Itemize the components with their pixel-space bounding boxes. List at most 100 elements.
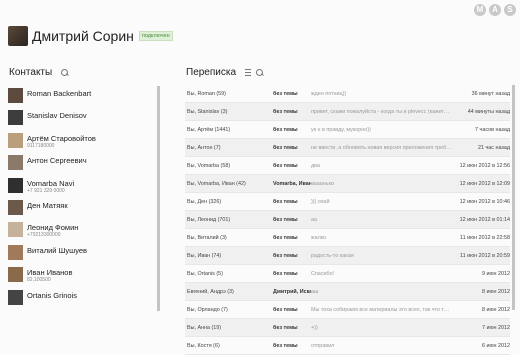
conversation-preview: Мы тоха собираем все материалы это всех,… <box>311 306 452 313</box>
contact-item[interactable]: Виталий Шушуев <box>8 243 153 265</box>
status-badge: подключен <box>138 31 173 41</box>
contact-name: Stanislav Denisov <box>27 111 87 121</box>
avatar <box>8 110 23 126</box>
conversation-participants: Вы, Анна (19) <box>187 324 222 331</box>
conversation-preview: аш <box>311 288 319 295</box>
contact-item[interactable]: Roman Backenbart <box>8 86 153 108</box>
conversation-subject: без темы <box>273 252 298 259</box>
contact-name: Антон Сергеевич <box>27 156 87 166</box>
conversation-date: 12 июн 2012 в 12:56 <box>459 162 510 169</box>
search-icon[interactable] <box>61 69 69 76</box>
conversation-date: 11 июн 2012 в 20:59 <box>460 252 510 259</box>
conversation-participants: Вы, Roman (59) <box>187 90 226 97</box>
conversation-participants: Вы, Ден (326) <box>187 198 222 205</box>
contact-name: Vomarba Navi <box>27 178 75 188</box>
conversation-preview: Спасибо! <box>311 270 335 277</box>
conversation-date: 9 июн 2012 <box>481 270 510 277</box>
conversation-preview: +)) <box>311 324 318 331</box>
table-row[interactable]: Вы, Леонид (701) без темы аа 12 июн 2012 в … <box>185 211 510 229</box>
search-icon[interactable] <box>256 69 264 76</box>
conversation-preview: ))) охей <box>311 198 330 205</box>
table-row[interactable]: Вы, Виталий (3) без темы жалко 11 июн 2012 … <box>185 229 510 247</box>
minimize-button[interactable]: M <box>474 4 486 16</box>
table-row[interactable]: Евгений, Андрэ (3) Дмитрий, Искандер, Ауя… <box>185 283 510 301</box>
contacts-list: Roman Backenbart Stanislav Denisov Артём С… <box>8 86 153 310</box>
conversation-subject: без темы <box>273 162 298 169</box>
table-row[interactable]: Вы, Антон (7) без темы не ввести, а обнови… <box>185 139 510 157</box>
conversations-scrollbar[interactable] <box>512 85 515 310</box>
conversation-preview: радость-то какая <box>311 252 354 259</box>
contact-phone: +79213300000 <box>27 232 61 239</box>
contact-item[interactable]: Ortanis Grinois <box>8 288 153 310</box>
contact-phone: 9117180000 <box>27 142 55 149</box>
close-button[interactable]: S <box>504 4 516 16</box>
avatar <box>8 244 23 260</box>
conversation-participants: Вы, Леонид (701) <box>187 216 231 223</box>
contact-name: Виталий Шушуев <box>27 245 88 255</box>
avatar <box>8 132 23 148</box>
table-row[interactable]: Вы, Орландо (7) без темы Мы тоха собираем … <box>185 301 510 319</box>
avatar <box>8 177 23 193</box>
conversations-table: Вы, Roman (59) без темы жден пятниц)) 36 ми… <box>185 85 510 355</box>
conversation-participants: Вы, Stanislav (3) <box>187 108 228 115</box>
conversation-preview: не ввести, а обновить новая версия прило… <box>311 144 452 151</box>
conversation-subject: без темы <box>273 216 298 223</box>
table-row[interactable]: Вы, Иван (74) без темы радость-то какая 11 … <box>185 247 510 265</box>
maximize-button[interactable]: A <box>489 4 501 16</box>
conversation-participants: Вы, Артём (1441) <box>187 126 231 133</box>
user-name: Дмитрий Сорин <box>32 28 134 44</box>
conversation-date: 44 минуты назад <box>467 108 510 115</box>
contact-name: Roman Backenbart <box>27 89 92 98</box>
contact-name: Артём Старовойтов <box>27 133 96 143</box>
conversation-participants: Вы, Vomarba, Иван (42) <box>187 180 246 187</box>
avatar <box>8 155 23 171</box>
conversation-subject: без темы <box>273 306 298 313</box>
contact-item[interactable]: Антон Сергеевич <box>8 153 153 175</box>
contact-item[interactable]: Иван Иванов 82,100500 <box>8 265 153 287</box>
avatar <box>8 267 23 283</box>
conversation-date: 11 июн 2012 в 22:58 <box>460 234 510 241</box>
conversation-subject: без темы <box>273 234 298 241</box>
conversation-date: 12 июн 2012 в 01:14 <box>459 216 510 223</box>
avatar[interactable] <box>8 26 28 46</box>
conversation-subject: без темы <box>273 144 298 151</box>
conversation-participants: Вы, Иван (74) <box>187 252 222 259</box>
table-row[interactable]: Вы, Vomarba, Иван (42) Vomarba, Иван вааан… <box>185 175 510 193</box>
conversation-date: 12 июн 2012 в 12:09 <box>459 180 510 187</box>
contact-item[interactable]: Vomarba Navi +7 921 329 0000 <box>8 176 153 198</box>
conversation-preview: аа <box>311 216 317 223</box>
profile-header: Дмитрий Сорин подключен <box>8 26 173 46</box>
contacts-title: Контакты <box>9 67 53 78</box>
conversation-date: 8 июн 2012 <box>481 306 510 313</box>
avatar <box>8 289 23 305</box>
conversations-header: Переписка <box>186 67 264 78</box>
conversation-date: 12 июн 2012 в 10:46 <box>459 198 510 205</box>
table-row[interactable]: Вы, Ден (326) без темы))) охей 12 июн 2012… <box>185 193 510 211</box>
table-row[interactable]: Вы, Vomarba (58) без темы два 12 июн 2012 в… <box>185 157 510 175</box>
contact-name: Леонид Фомин <box>27 223 79 233</box>
table-row[interactable]: Вы, Костя (6) без темы отправил 6 июн 2012 <box>185 337 510 355</box>
conversation-participants: Вы, Ortanis (5) <box>187 270 223 277</box>
conversation-participants: Вы, Виталий (3) <box>187 234 227 241</box>
contact-item[interactable]: Stanislav Denisov <box>8 108 153 130</box>
conversations-title: Переписка <box>186 67 237 78</box>
contact-item[interactable]: Леонид Фомин +79213300000 <box>8 220 153 242</box>
menu-icon[interactable] <box>245 69 252 76</box>
table-row[interactable]: Вы, Ortanis (5) без темы Спасибо! 9 июн 201… <box>185 265 510 283</box>
contact-item[interactable]: Артём Старовойтов 9117180000 <box>8 131 153 153</box>
conversation-date: 7 июн 2012 <box>481 324 510 331</box>
avatar <box>8 222 23 238</box>
conversation-preview: вааанько <box>311 180 334 187</box>
contacts-scrollbar[interactable] <box>157 86 160 311</box>
conversation-date: 36 минут назад <box>471 90 510 97</box>
conversation-date: 8 июн 2012 <box>481 288 510 295</box>
table-row[interactable]: Вы, Артём (1441) без темы ук н в правду, м… <box>185 121 510 139</box>
table-row[interactable]: Вы, Stanislav (3) без темы привет, скажи п… <box>185 103 510 121</box>
table-row[interactable]: Вы, Анна (19) без темы +)) 7 июн 2012 <box>185 319 510 337</box>
table-row[interactable]: Вы, Roman (59) без темы жден пятниц)) 36 ми… <box>185 85 510 103</box>
contact-phone: +7 921 329 0000 <box>27 187 65 194</box>
conversation-preview: жден пятниц)) <box>311 90 347 97</box>
contact-item[interactable]: Ден Матяяк <box>8 198 153 220</box>
conversation-subject: без темы <box>273 126 298 133</box>
contact-name: Ortanis Grinois <box>27 290 78 300</box>
